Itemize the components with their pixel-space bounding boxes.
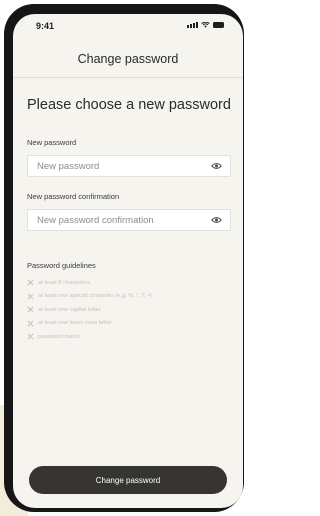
eye-icon[interactable] bbox=[211, 162, 222, 170]
guideline-item: at least one capital letter bbox=[27, 303, 152, 317]
signal-icon bbox=[187, 22, 198, 28]
guideline-item: password match bbox=[27, 330, 152, 344]
guideline-text: at least one special character (e.g. %, … bbox=[38, 293, 152, 300]
new-password-label: New password bbox=[27, 138, 77, 147]
confirm-password-label: New password confirmation bbox=[27, 192, 120, 201]
phone-frame: 9:41 Change password Please choose a new… bbox=[4, 4, 244, 512]
x-icon bbox=[27, 306, 34, 313]
status-bar: 9:41 bbox=[13, 14, 243, 36]
eye-icon[interactable] bbox=[211, 216, 222, 224]
status-icons bbox=[187, 22, 224, 28]
guidelines-title: Password guidelines bbox=[27, 261, 96, 270]
screen: 9:41 Change password Please choose a new… bbox=[13, 14, 243, 508]
status-time: 9:41 bbox=[36, 21, 55, 31]
guideline-text: at least one lower case letter bbox=[38, 320, 112, 327]
guideline-text: at least one capital letter bbox=[38, 306, 101, 313]
new-password-input[interactable] bbox=[28, 156, 208, 176]
guidelines-list: at least 8 characters at least one speci… bbox=[27, 276, 152, 344]
x-icon bbox=[27, 279, 34, 286]
guideline-item: at least one lower case letter bbox=[27, 317, 152, 331]
header-divider bbox=[13, 77, 243, 78]
x-icon bbox=[27, 320, 34, 327]
wifi-icon bbox=[201, 22, 210, 28]
confirm-password-field bbox=[27, 209, 231, 231]
x-icon bbox=[27, 293, 34, 300]
confirm-password-input[interactable] bbox=[28, 210, 208, 230]
battery-icon bbox=[213, 22, 224, 28]
form-heading: Please choose a new password bbox=[27, 97, 231, 113]
new-password-field bbox=[27, 155, 231, 177]
guideline-item: at least 8 characters bbox=[27, 276, 152, 290]
guideline-text: at least 8 characters bbox=[38, 279, 91, 286]
guideline-item: at least one special character (e.g. %, … bbox=[27, 290, 152, 304]
x-icon bbox=[27, 333, 34, 340]
change-password-button[interactable]: Change password bbox=[29, 466, 227, 494]
guideline-text: password match bbox=[38, 333, 81, 340]
page-title: Change password bbox=[77, 52, 179, 66]
